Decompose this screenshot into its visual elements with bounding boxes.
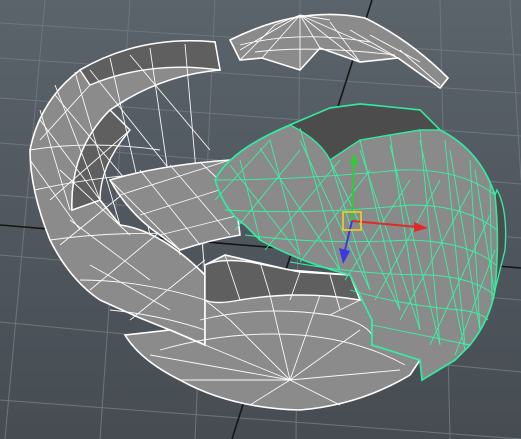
scene-canvas[interactable] bbox=[0, 0, 521, 439]
sphere-shard-top[interactable] bbox=[228, 13, 450, 90]
viewport-3d[interactable] bbox=[0, 0, 521, 439]
